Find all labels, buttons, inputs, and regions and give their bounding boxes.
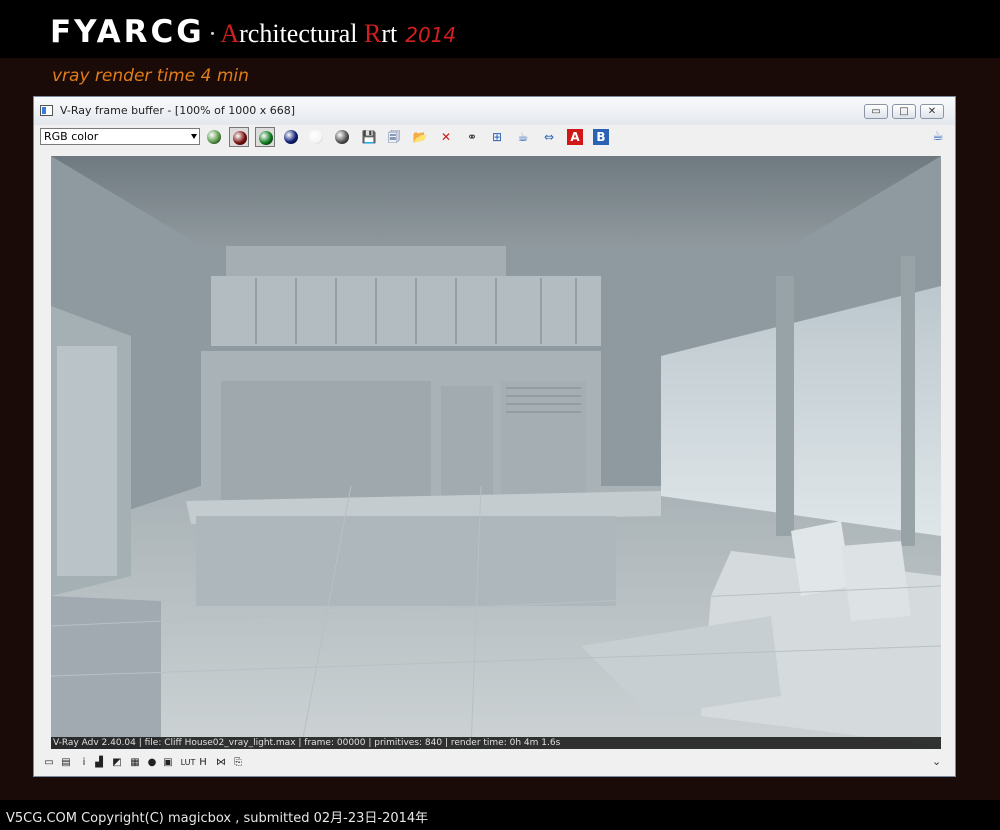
mono-dark-button[interactable] <box>332 127 352 147</box>
open-folder-button[interactable]: 📂 <box>410 127 430 147</box>
region-render-button[interactable]: ⊞ <box>487 127 507 147</box>
channel-select[interactable]: RGB color <box>40 128 200 145</box>
window-titlebar[interactable]: V-Ray frame buffer - [100% of 1000 x 668… <box>34 97 955 125</box>
logo-title: Architectural Rrt <box>220 19 397 49</box>
green-channel-icon <box>259 131 273 145</box>
rgb-channels-icon <box>207 130 221 144</box>
levels-icon[interactable]: ▟ <box>92 756 106 770</box>
ab-compare-b-icon: B <box>593 129 609 145</box>
logo-mark: FYARCG <box>50 14 205 50</box>
stamp-icon[interactable]: ⎘ <box>231 756 245 770</box>
green-channel-button[interactable] <box>255 127 275 147</box>
history-icon[interactable]: ▦ <box>128 756 142 770</box>
ab-compare-a-icon: A <box>567 129 583 145</box>
red-channel-icon <box>233 131 247 145</box>
display-correction-icon[interactable]: ▭ <box>42 756 56 770</box>
lut-button[interactable]: ⇔ <box>539 127 559 147</box>
render-last-teapot-icon[interactable]: ☕ <box>928 127 948 147</box>
window-app-icon <box>40 105 53 116</box>
logo-title-mid: rchitectural <box>239 19 365 48</box>
channel-select-value: RGB color <box>44 130 99 143</box>
open-folder-icon: 📂 <box>412 130 428 144</box>
save-all-button[interactable]: 🗐 <box>384 127 404 147</box>
track-mouse-icon: ⚭ <box>466 130 478 144</box>
film-icon[interactable]: ▤ <box>59 756 73 770</box>
render-status-line: V-Ray Adv 2.40.04 | file: Cliff House02_… <box>51 737 941 749</box>
minimize-button[interactable]: ▭ <box>864 104 888 119</box>
maximize-button[interactable]: □ <box>892 104 916 119</box>
alpha-white-icon <box>309 130 323 144</box>
logo-separator: · <box>208 20 217 48</box>
logo-year: 2014 <box>405 23 457 47</box>
compare-icon[interactable]: ⋈ <box>214 756 228 770</box>
vfb-bottom-toolbar: ▭ ▤ i ▟ ◩ ▦ ● ▣ LUT H ⋈ ⎘ ⌄ <box>34 752 955 776</box>
rgb-channels-button[interactable] <box>204 127 224 147</box>
close-button[interactable]: ✕ <box>920 104 944 119</box>
mono-dark-icon <box>335 130 349 144</box>
ab-compare-b-button[interactable]: B <box>591 127 611 147</box>
vfb-toolbar: RGB color 💾 🗐 📂 ✕ ⚭ ⊞ ☕ ⇔ A B ☕ <box>34 125 955 149</box>
render-viewport[interactable] <box>51 156 941 749</box>
region-render-icon: ⊞ <box>491 130 503 144</box>
lut-icon: ⇔ <box>543 130 555 144</box>
info-icon[interactable]: i <box>77 756 91 770</box>
save-button[interactable]: 💾 <box>359 127 379 147</box>
save-icon: 💾 <box>361 130 377 144</box>
save-all-icon: 🗐 <box>388 130 400 144</box>
vray-frame-buffer-window: V-Ray frame buffer - [100% of 1000 x 668… <box>33 96 956 777</box>
window-title: V-Ray frame buffer - [100% of 1000 x 668… <box>60 104 296 117</box>
lens-effects-icon[interactable]: ▣ <box>161 756 175 770</box>
blue-channel-button[interactable] <box>281 127 301 147</box>
track-mouse-button[interactable]: ⚭ <box>462 127 482 147</box>
rendered-image <box>51 156 941 749</box>
pixel-aspect-icon[interactable]: ● <box>145 756 159 770</box>
color-balance-icon[interactable]: ◩ <box>110 756 124 770</box>
logo-title-end: rt <box>381 19 398 48</box>
lut-label-icon[interactable]: LUT <box>179 756 197 770</box>
footer-copyright: V5CG.COM Copyright(C) magicbox , submitt… <box>6 811 429 826</box>
site-logo: FYARCG · Architectural Rrt 2014 <box>50 14 457 50</box>
collapse-icon[interactable]: ⌄ <box>932 755 941 768</box>
render-teapot-button[interactable]: ☕ <box>513 127 533 147</box>
chevron-down-icon <box>191 134 197 139</box>
logo-title-a: A <box>220 19 240 48</box>
histogram-icon[interactable]: H <box>196 756 210 770</box>
clear-button[interactable]: ✕ <box>436 127 456 147</box>
ab-compare-a-button[interactable]: A <box>565 127 585 147</box>
render-caption: vray render time 4 min <box>52 66 249 86</box>
blue-channel-icon <box>284 130 298 144</box>
render-teapot-icon: ☕ <box>517 130 529 144</box>
clear-icon: ✕ <box>440 130 452 144</box>
alpha-white-button[interactable] <box>306 127 326 147</box>
site-header: FYARCG · Architectural Rrt 2014 <box>0 0 1000 58</box>
red-channel-button[interactable] <box>229 127 249 147</box>
logo-title-r: R <box>364 19 382 48</box>
